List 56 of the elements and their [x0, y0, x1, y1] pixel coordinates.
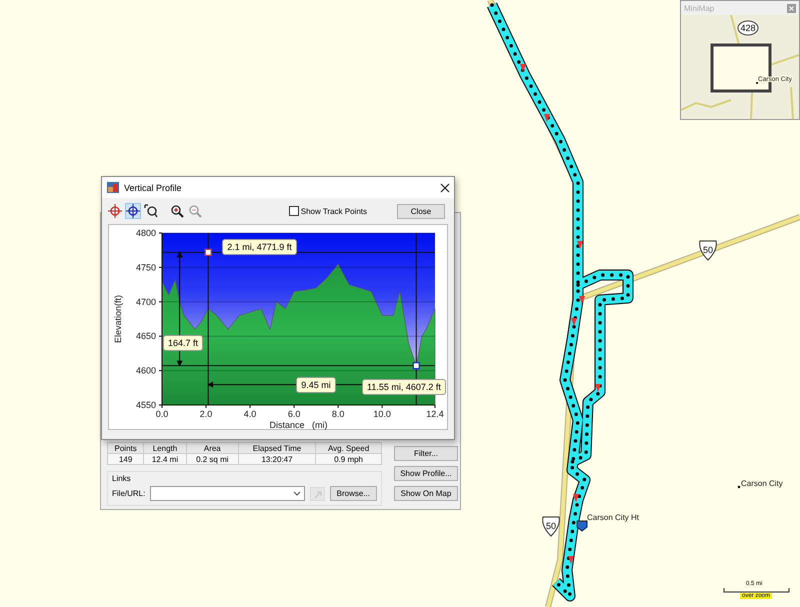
- axis-tick-label: 10.0: [373, 409, 391, 419]
- dialog-button[interactable]: Filter...: [394, 446, 458, 461]
- flag-icon: [576, 520, 588, 532]
- axis-tick-label: 4750: [136, 262, 156, 272]
- file-url-field[interactable]: [150, 486, 306, 501]
- axis-tick-label: 4600: [136, 366, 156, 376]
- group-label: Links: [112, 474, 132, 483]
- axis-tick-label: 0.0: [156, 409, 168, 419]
- browse-button[interactable]: Browse...: [330, 486, 377, 501]
- crosshair-tool-button[interactable]: [107, 203, 123, 219]
- dialog-button[interactable]: Show On Map: [394, 486, 458, 501]
- axis-tick-label: 4800: [136, 228, 156, 238]
- callout-label: 164.7 ft: [163, 334, 204, 351]
- column-header: Points: [108, 442, 144, 454]
- column-header: Elapsed Time: [238, 442, 316, 454]
- place-label: Carson City: [741, 479, 783, 488]
- axis-tick-label: 2.0: [200, 409, 212, 419]
- route-shield: 50: [542, 516, 560, 536]
- place-label: Carson City Ht: [587, 513, 640, 522]
- callout-label: 9.45 mi: [296, 376, 336, 393]
- field-label: File/URL:: [112, 489, 146, 498]
- crosshair-tool-button[interactable]: [125, 203, 141, 219]
- close-icon[interactable]: [440, 182, 450, 192]
- callout-label: 2.1 mi, 4771.9 ft: [222, 239, 297, 256]
- close-button[interactable]: Close: [397, 204, 445, 218]
- app-icon: [107, 182, 119, 193]
- zoom-in-tool-button[interactable]: [169, 203, 185, 219]
- point-marker: [412, 362, 420, 370]
- column-header: Length: [144, 442, 186, 454]
- dropdown-caret-icon: [293, 491, 302, 496]
- axis-tick-label: 4650: [136, 331, 156, 342]
- axis-title: Distance (mi): [270, 420, 328, 430]
- route-shield: 428: [738, 20, 758, 36]
- axis-tick-label: 12.4: [426, 409, 444, 419]
- scale-bar: [724, 588, 790, 592]
- axis-tick-label: 6.0: [288, 409, 300, 419]
- axis-title: Elevation(ft): [113, 294, 123, 344]
- window-title: Vertical Profile: [124, 182, 183, 192]
- table-cell: 13:20:47: [238, 454, 316, 464]
- dialog-button[interactable]: Show Profile...: [394, 466, 458, 481]
- table-cell: 0.9 mph: [316, 454, 382, 464]
- show-track-points-checkbox[interactable]: Show Track Points: [288, 206, 367, 216]
- callout-label: 11.55 mi, 4607.2 ft: [362, 378, 446, 395]
- city-dot-icon: [738, 486, 740, 488]
- column-header: Avg. Speed: [316, 442, 382, 454]
- panel-title: MiniMap: [684, 4, 714, 12]
- table-cell: 149: [108, 454, 144, 464]
- route-shield: 50: [699, 240, 717, 260]
- axis-tick-label: 4.0: [244, 409, 256, 419]
- column-header: Area: [186, 442, 238, 454]
- zoom-box-tool-button[interactable]: [143, 203, 159, 219]
- axis-tick-label: 4550: [136, 400, 156, 410]
- axis-tick-label: 8.0: [332, 409, 344, 419]
- point-marker: [204, 248, 212, 256]
- link-arrow-icon: [312, 490, 323, 500]
- axis-tick-label: 4700: [136, 296, 156, 307]
